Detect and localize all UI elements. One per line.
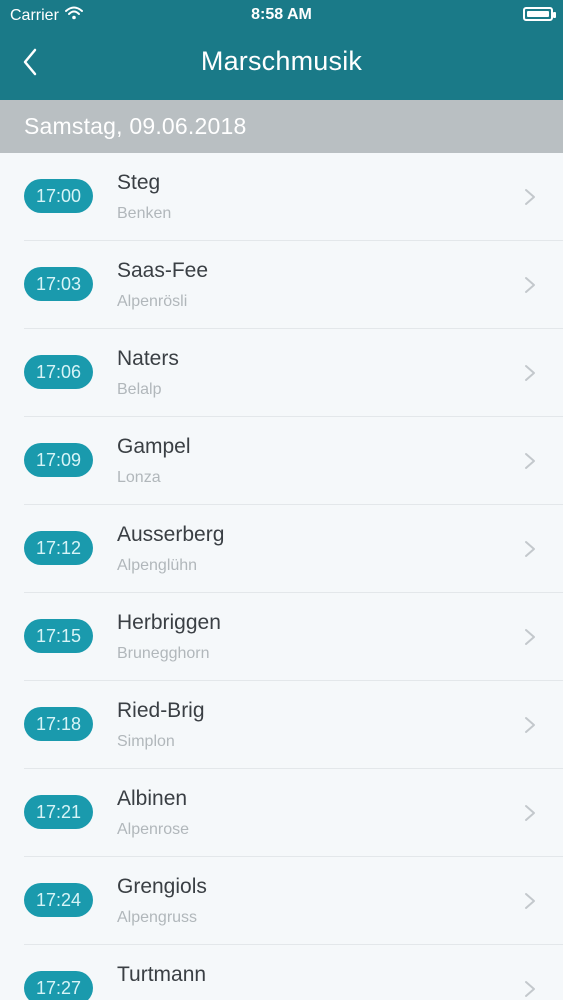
list-item[interactable]: 17:24 Grengiols Alpengruss [0,857,563,945]
chevron-right-icon [525,629,535,645]
list-item[interactable]: 17:09 Gampel Lonza [0,417,563,505]
top-bar: Carrier 8:58 AM Marschmusik [0,0,563,100]
schedule-list: 17:00 Steg Benken 17:03 Saas-Fee Alpenrö… [0,153,563,1000]
date-label: Samstag, 09.06.2018 [24,113,247,139]
item-title: Turtmann [117,963,207,986]
list-item[interactable]: 17:06 Naters Belalp [0,329,563,417]
item-title: Steg [117,171,161,194]
time-badge: 17:18 [24,707,93,741]
item-title: Ried-Brig [117,699,205,722]
item-title: Albinen [117,787,188,810]
chevron-right-icon [525,981,535,997]
chevron-right-icon [525,453,535,469]
navigation-bar: Marschmusik [0,30,563,100]
status-bar: Carrier 8:58 AM [0,0,563,30]
list-item[interactable]: 17:27 Turtmann [0,945,563,1000]
list-item[interactable]: 17:21 Albinen Alpenrose [0,769,563,857]
chevron-right-icon [525,805,535,821]
item-title: Naters [117,347,179,370]
chevron-right-icon [525,365,535,381]
chevron-right-icon [525,189,535,205]
time-badge: 17:21 [24,795,93,829]
status-time: 8:58 AM [251,6,312,23]
time-badge: 17:03 [24,267,93,301]
list-item[interactable]: 17:00 Steg Benken [0,153,563,241]
item-title: Saas-Fee [117,259,209,282]
item-title: Grengiols [117,875,207,898]
chevron-right-icon [525,717,535,733]
item-title: Ausserberg [117,523,225,546]
time-badge: 17:06 [24,355,93,389]
item-subtitle: Alpenrösli [117,293,188,310]
screen: Carrier 8:58 AM Marschmusik Samstag, 09.… [0,0,563,1000]
time-badge: 17:12 [24,531,93,565]
chevron-right-icon [525,277,535,293]
time-badge: 17:27 [24,971,93,1000]
chevron-right-icon [525,541,535,557]
item-subtitle: Benken [117,205,172,222]
item-subtitle: Belalp [117,381,162,398]
time-badge: 17:15 [24,619,93,653]
battery-icon [523,7,556,21]
page-title: Marschmusik [200,46,363,76]
item-title: Gampel [117,435,191,458]
time-badge: 17:09 [24,443,93,477]
item-subtitle: Alpenrose [117,821,190,838]
item-subtitle: Brunegghorn [117,645,210,662]
list-item[interactable]: 17:12 Ausserberg Alpenglühn [0,505,563,593]
chevron-right-icon [525,893,535,909]
list-item[interactable]: 17:03 Saas-Fee Alpenrösli [0,241,563,329]
list-item[interactable]: 17:18 Ried-Brig Simplon [0,681,563,769]
item-subtitle: Simplon [117,733,175,750]
item-title: Herbriggen [117,611,221,634]
item-subtitle: Alpengruss [117,909,198,926]
item-subtitle: Lonza [117,469,161,486]
date-section-header: Samstag, 09.06.2018 [0,100,563,153]
item-subtitle: Alpenglühn [117,557,198,574]
list-item[interactable]: 17:15 Herbriggen Brunegghorn [0,593,563,681]
time-badge: 17:00 [24,179,93,213]
time-badge: 17:24 [24,883,93,917]
